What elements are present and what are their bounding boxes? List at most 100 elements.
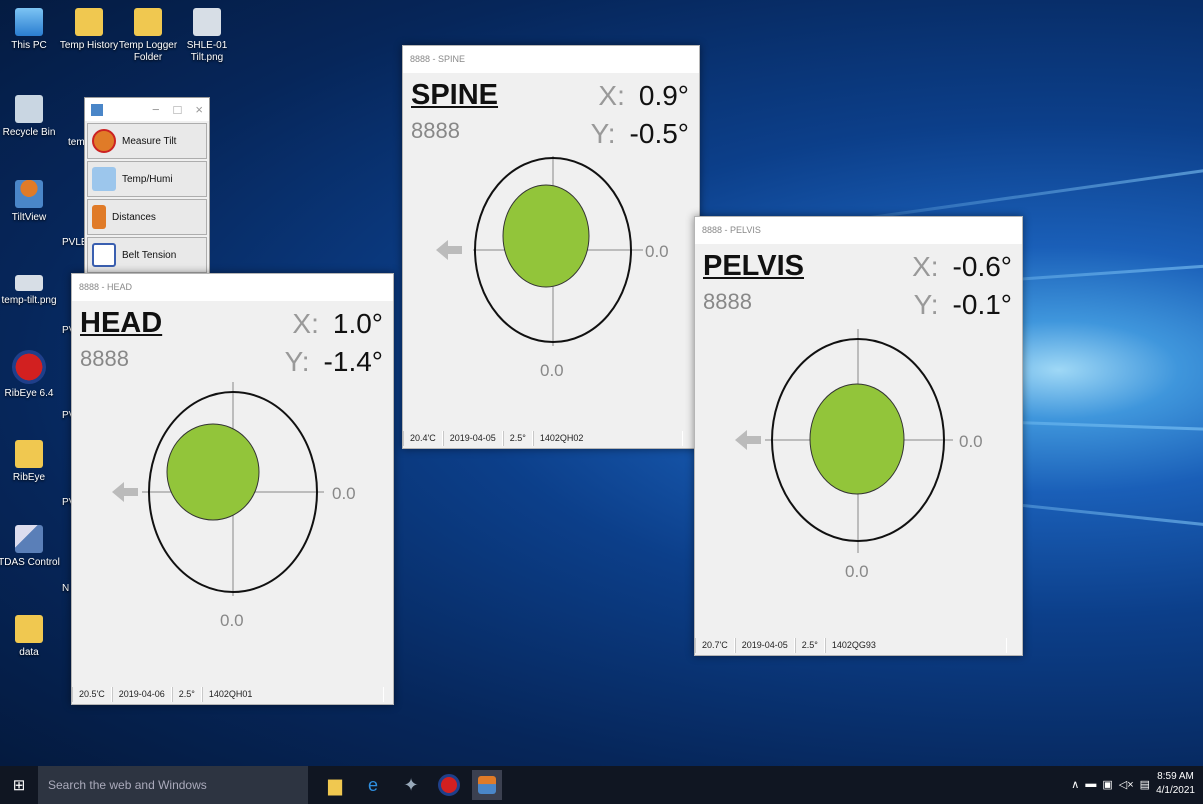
- arrow-left-icon: [112, 482, 138, 502]
- taskbar-search-box[interactable]: Search the web and Windows: [38, 766, 308, 804]
- desktop-icon-label: Temp History: [59, 40, 119, 51]
- status-angle: 2.5°: [171, 687, 202, 702]
- app-icon[interactable]: ✦: [396, 770, 426, 800]
- desktop-icon-label: This PC: [11, 40, 47, 51]
- desktop-icon-temp-history[interactable]: Temp History: [57, 8, 121, 52]
- desktop-icon-label: temp-tilt.png: [1, 295, 57, 306]
- network-icon[interactable]: ▣: [1102, 778, 1112, 791]
- launcher-titlebar: − □ ×: [85, 98, 209, 121]
- belt-tension-icon: [92, 243, 116, 267]
- action-center-icon[interactable]: ▤: [1140, 778, 1150, 791]
- status-temp: 20.7'C: [695, 638, 735, 653]
- arrow-left-icon: [735, 430, 761, 450]
- tilt-gauge: 0.0 0.0: [436, 156, 669, 380]
- status-serial: 1402QH02: [532, 431, 683, 446]
- desktop-icon-label: RibEye: [12, 472, 46, 483]
- ribeye-icon[interactable]: [434, 770, 464, 800]
- launcher-window: − □ × Measure Tilt Temp/Humi Distances B…: [84, 97, 210, 275]
- status-date: 2019-04-06: [111, 687, 172, 702]
- head-window: 8888 - HEAD HEAD 8888 X: 1.0° Y: -1.4° 0.0…: [71, 273, 394, 705]
- spine-window: 8888 - SPINE SPINE 8888 X: 0.9° Y: -0.5° 0…: [402, 45, 700, 449]
- status-temp: 20.4'C: [403, 431, 443, 446]
- desktop-icon-this-pc[interactable]: This PC: [0, 8, 61, 52]
- tilt-bubble: [809, 383, 905, 495]
- folder-icon: [134, 8, 162, 36]
- desktop-icon-tiltview[interactable]: TiltView: [0, 180, 61, 224]
- minimize-icon[interactable]: −: [152, 102, 160, 117]
- measure-tilt-icon: [92, 129, 116, 153]
- clock[interactable]: 8:59 AM 4/1/2021: [1156, 770, 1195, 798]
- tilt-gauge: 0.0 0.0: [112, 382, 356, 630]
- taskbar: ⊞ Search the web and Windows ▆ e ✦ ∧ ▬ ▣…: [0, 766, 1203, 804]
- right-axis-value: 0.0: [645, 242, 669, 261]
- status-angle: 2.5°: [502, 431, 533, 446]
- desktop-icon-data[interactable]: data: [0, 615, 61, 659]
- desktop-icon-ribeye-64[interactable]: RibEye 6.4: [0, 350, 61, 400]
- tilt-gauge: 0.0 0.0: [735, 329, 983, 581]
- tiltview-icon: [15, 180, 43, 208]
- tiltview-icon[interactable]: [472, 770, 502, 800]
- tilt-bubble: [502, 184, 590, 288]
- status-temp: 20.5'C: [72, 687, 112, 702]
- desktop-icon-temp-tilt[interactable]: temp-tilt.png: [0, 275, 61, 307]
- recycle-bin-icon: [15, 95, 43, 123]
- ribeye-icon: [12, 350, 46, 384]
- desktop-icon-label-partial: N: [62, 583, 70, 594]
- button-label: Temp/Humi: [122, 173, 173, 185]
- desktop-icon-recycle-bin[interactable]: Recycle Bin: [0, 95, 61, 139]
- tdas-icon: [15, 525, 43, 553]
- start-button[interactable]: ⊞: [0, 766, 38, 804]
- edge-icon[interactable]: e: [358, 770, 388, 800]
- distances-button[interactable]: Distances: [87, 199, 207, 235]
- desktop-icon-label: data: [19, 647, 39, 658]
- volume-icon[interactable]: ◁×: [1119, 778, 1134, 791]
- desktop-icon-label: Temp Logger Folder: [118, 40, 178, 63]
- folder-icon: [75, 8, 103, 36]
- temp-humi-icon: [92, 167, 116, 191]
- system-tray: ∧ ▬ ▣ ◁× ▤ 8:59 AM 4/1/2021: [1071, 770, 1195, 798]
- bottom-axis-value: 0.0: [220, 611, 244, 630]
- desktop-icon-label-partial: tem: [68, 137, 85, 148]
- desktop-icon-label: TDAS Control: [0, 557, 60, 568]
- status-date: 2019-04-05: [734, 638, 795, 653]
- belt-tension-button[interactable]: Belt Tension: [87, 237, 207, 273]
- measure-tilt-button[interactable]: Measure Tilt: [87, 123, 207, 159]
- battery-icon[interactable]: ▬: [1085, 778, 1096, 790]
- image-file-icon: [15, 275, 43, 291]
- file-explorer-icon[interactable]: ▆: [320, 770, 350, 800]
- desktop-icon-shle-tilt[interactable]: SHLE-01 Tilt.png: [175, 8, 239, 64]
- desktop-icon-label: TiltView: [11, 212, 47, 223]
- arrow-left-icon: [436, 240, 462, 260]
- button-label: Belt Tension: [122, 249, 177, 261]
- desktop-icon-temp-logger-folder[interactable]: Temp Logger Folder: [116, 8, 180, 64]
- status-angle: 2.5°: [794, 638, 825, 653]
- status-bar: 20.4'C 2019-04-05 2.5° 1402QH02: [403, 429, 683, 448]
- desktop-icon-label: Recycle Bin: [2, 127, 56, 138]
- pelvis-window: 8888 - PELVIS PELVIS 8888 X: -0.6° Y: -0.1…: [694, 216, 1023, 656]
- status-serial: 1402QG93: [824, 638, 1007, 653]
- folder-icon: [15, 615, 43, 643]
- status-date: 2019-04-05: [442, 431, 503, 446]
- button-label: Distances: [112, 211, 156, 223]
- close-icon[interactable]: ×: [195, 102, 203, 117]
- windows-logo-icon: ⊞: [12, 777, 26, 794]
- right-axis-value: 0.0: [332, 484, 356, 503]
- clock-time: 8:59 AM: [1157, 771, 1194, 782]
- button-label: Measure Tilt: [122, 135, 177, 147]
- desktop-icon-ribeye[interactable]: RibEye: [0, 440, 61, 484]
- folder-icon: [15, 440, 43, 468]
- desktop-icon-tdas-control[interactable]: TDAS Control: [0, 525, 61, 569]
- status-bar: 20.5'C 2019-04-06 2.5° 1402QH01: [72, 685, 384, 704]
- temp-humi-button[interactable]: Temp/Humi: [87, 161, 207, 197]
- desktop-icon-label: SHLE-01 Tilt.png: [186, 40, 228, 63]
- bottom-axis-value: 0.0: [845, 562, 869, 581]
- tilt-bubble: [166, 423, 260, 521]
- clock-date: 4/1/2021: [1156, 785, 1195, 796]
- distances-icon: [92, 205, 106, 229]
- status-serial: 1402QH01: [201, 687, 384, 702]
- chevron-up-icon[interactable]: ∧: [1071, 778, 1079, 791]
- app-icon: [91, 103, 103, 116]
- image-file-icon: [193, 8, 221, 36]
- maximize-icon[interactable]: □: [174, 102, 182, 117]
- status-bar: 20.7'C 2019-04-05 2.5° 1402QG93: [695, 636, 1007, 655]
